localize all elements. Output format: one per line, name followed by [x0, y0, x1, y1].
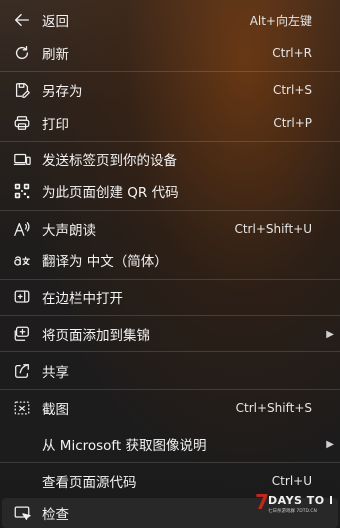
separator [0, 210, 340, 211]
collections-add-icon [12, 324, 32, 344]
context-menu: 返回 Alt+向左键 刷新 Ctrl+R 另存为 Ctrl+S 打印 Ctrl+… [0, 0, 340, 528]
separator [0, 279, 340, 280]
menu-shortcut-refresh: Ctrl+R [272, 46, 312, 60]
menu-label-image-descriptions: 从 Microsoft 获取图像说明 [42, 438, 207, 454]
menu-label-refresh: 刷新 [42, 47, 69, 63]
menu-label-share: 共享 [42, 365, 69, 381]
menu-label-print: 打印 [42, 117, 69, 133]
refresh-icon [12, 43, 32, 63]
menu-label-view-source: 查看页面源代码 [42, 475, 137, 491]
chevron-right-icon: ▶ [326, 438, 334, 450]
menu-label-back: 返回 [42, 14, 69, 30]
menu-item-save-as[interactable]: 另存为 Ctrl+S [0, 75, 340, 105]
watermark-digit: 7 [255, 490, 269, 514]
menu-item-print[interactable]: 打印 Ctrl+P [0, 108, 340, 138]
menu-label-screenshot: 截图 [42, 402, 69, 418]
printer-icon [12, 113, 32, 133]
menu-label-qr-code: 为此页面创建 QR 代码 [42, 185, 179, 201]
watermark-subtext: 七日杀游戏群 7DTD.CN [268, 507, 317, 514]
menu-item-refresh[interactable]: 刷新 Ctrl+R [0, 38, 340, 68]
watermark-logo: 7 DAYS TO DIE 七日杀游戏群 7DTD.CN [254, 489, 340, 517]
menu-label-add-to-collections: 将页面添加到集锦 [42, 328, 150, 344]
screenshot-icon [12, 398, 32, 418]
menu-item-open-sidebar[interactable]: 在边栏中打开 [0, 282, 340, 312]
menu-shortcut-save-as: Ctrl+S [272, 83, 312, 97]
menu-item-qr-code[interactable]: 为此页面创建 QR 代码 [0, 176, 340, 206]
separator [0, 462, 340, 463]
qr-code-icon [12, 181, 32, 201]
back-arrow-icon [12, 10, 32, 30]
menu-label-translate: 翻译为 中文（简体） [42, 254, 168, 270]
menu-item-image-descriptions[interactable]: 从 Microsoft 获取图像说明 ▶ [0, 429, 340, 459]
separator [0, 141, 340, 142]
translate-icon [12, 250, 32, 270]
chevron-right-icon: ▶ [326, 328, 334, 340]
read-aloud-icon [12, 219, 32, 239]
menu-label-save-as: 另存为 [42, 84, 83, 100]
menu-shortcut-back: Alt+向左键 [249, 13, 312, 28]
inspect-icon [12, 503, 32, 523]
menu-item-screenshot[interactable]: 截图 Ctrl+Shift+S [0, 393, 340, 423]
share-icon [12, 361, 32, 381]
send-to-devices-icon [12, 149, 32, 169]
menu-label-read-aloud: 大声朗读 [42, 223, 96, 239]
menu-label-inspect: 检查 [42, 507, 69, 523]
menu-shortcut-read-aloud: Ctrl+Shift+U [234, 222, 312, 236]
menu-item-read-aloud[interactable]: 大声朗读 Ctrl+Shift+U [0, 214, 340, 244]
save-as-icon [12, 80, 32, 100]
menu-item-translate[interactable]: 翻译为 中文（简体） [0, 245, 340, 275]
menu-item-send-to-devices[interactable]: 发送标签页到你的设备 [0, 144, 340, 174]
separator [0, 315, 340, 316]
menu-item-share[interactable]: 共享 [0, 356, 340, 386]
menu-label-open-sidebar: 在边栏中打开 [42, 291, 123, 307]
menu-item-back[interactable]: 返回 Alt+向左键 [0, 5, 340, 35]
menu-label-send-to-devices: 发送标签页到你的设备 [42, 153, 177, 169]
separator [0, 71, 340, 72]
separator [0, 389, 340, 390]
watermark-title: DAYS TO DIE [268, 494, 332, 507]
menu-shortcut-screenshot: Ctrl+Shift+S [235, 401, 312, 415]
separator [0, 351, 340, 352]
menu-shortcut-view-source: Ctrl+U [271, 474, 312, 488]
sidebar-open-icon [12, 287, 32, 307]
menu-shortcut-print: Ctrl+P [273, 116, 312, 130]
menu-item-add-to-collections[interactable]: 将页面添加到集锦 ▶ [0, 319, 340, 349]
